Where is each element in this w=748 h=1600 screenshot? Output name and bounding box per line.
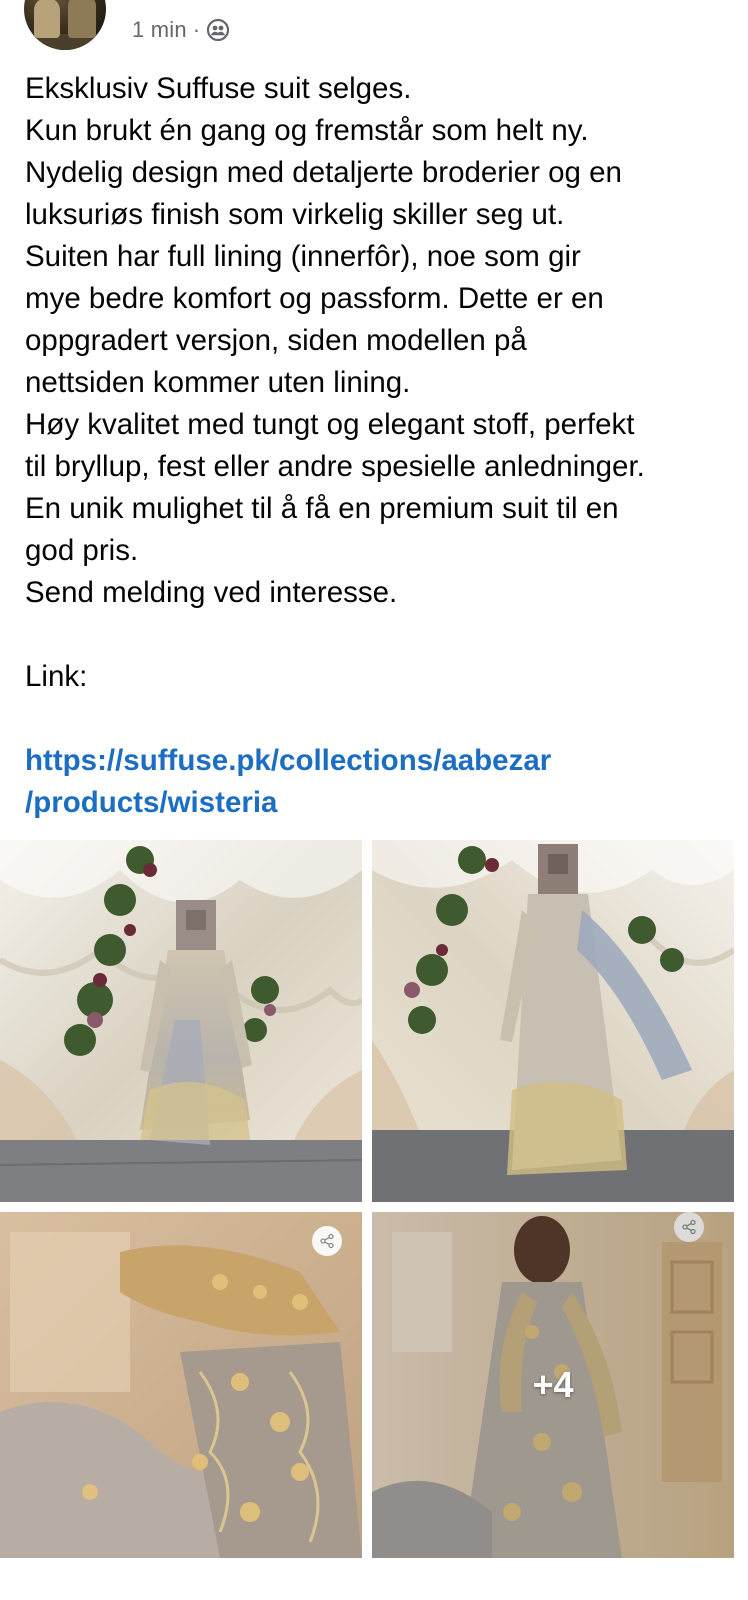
post-line: En unik mulighet til å få en premium sui… (25, 492, 619, 525)
post-body: Eksklusiv Suffuse suit selges. Kun brukt… (25, 68, 725, 824)
post-line: Send melding ved interesse. (25, 576, 398, 609)
post-line: Eksklusiv Suffuse suit selges. (25, 72, 412, 105)
post-line: god pris. (25, 534, 139, 567)
post-line: Nydelig design med detaljerte broderier … (25, 156, 622, 189)
post-line: Suiten har full lining (innerfôr), noe s… (25, 240, 581, 273)
post-line: til bryllup, fest eller andre spesielle … (25, 450, 645, 483)
more-photos-count[interactable]: +4 (532, 1364, 573, 1406)
post-photo[interactable] (0, 1212, 362, 1558)
post-timestamp[interactable]: 1 min (132, 17, 187, 43)
post-line: oppgradert versjon, siden modellen på (25, 324, 527, 357)
meta-separator: · (192, 17, 201, 42)
author-avatar[interactable] (24, 0, 106, 50)
post-line: luksuriøs finish som virkelig skiller se… (25, 198, 565, 231)
share-icon[interactable] (312, 1226, 342, 1256)
product-link-line[interactable]: https://suffuse.pk/collections/aabezar (25, 740, 725, 782)
more-photos-overlay[interactable]: +4 (372, 1212, 734, 1558)
link-label: Link: (25, 660, 88, 693)
product-link[interactable]: https://suffuse.pk/collections/aabezar /… (25, 740, 725, 824)
post-meta: 1 min · (132, 14, 230, 46)
product-link-line[interactable]: /products/wisteria (25, 782, 725, 824)
friends-icon (206, 18, 230, 42)
post-photo[interactable]: +4 (372, 1212, 734, 1558)
post-header: 1 min · (0, 0, 748, 60)
post-line: Høy kvalitet med tungt og elegant stoff,… (25, 408, 635, 441)
post-photo[interactable] (372, 840, 734, 1202)
post-line: nettsiden kommer uten lining. (25, 366, 411, 399)
post-line: mye bedre komfort og passform. Dette er … (25, 282, 604, 315)
post-line: Kun brukt én gang og fremstår som helt n… (25, 114, 589, 147)
post-photo[interactable] (0, 840, 362, 1202)
